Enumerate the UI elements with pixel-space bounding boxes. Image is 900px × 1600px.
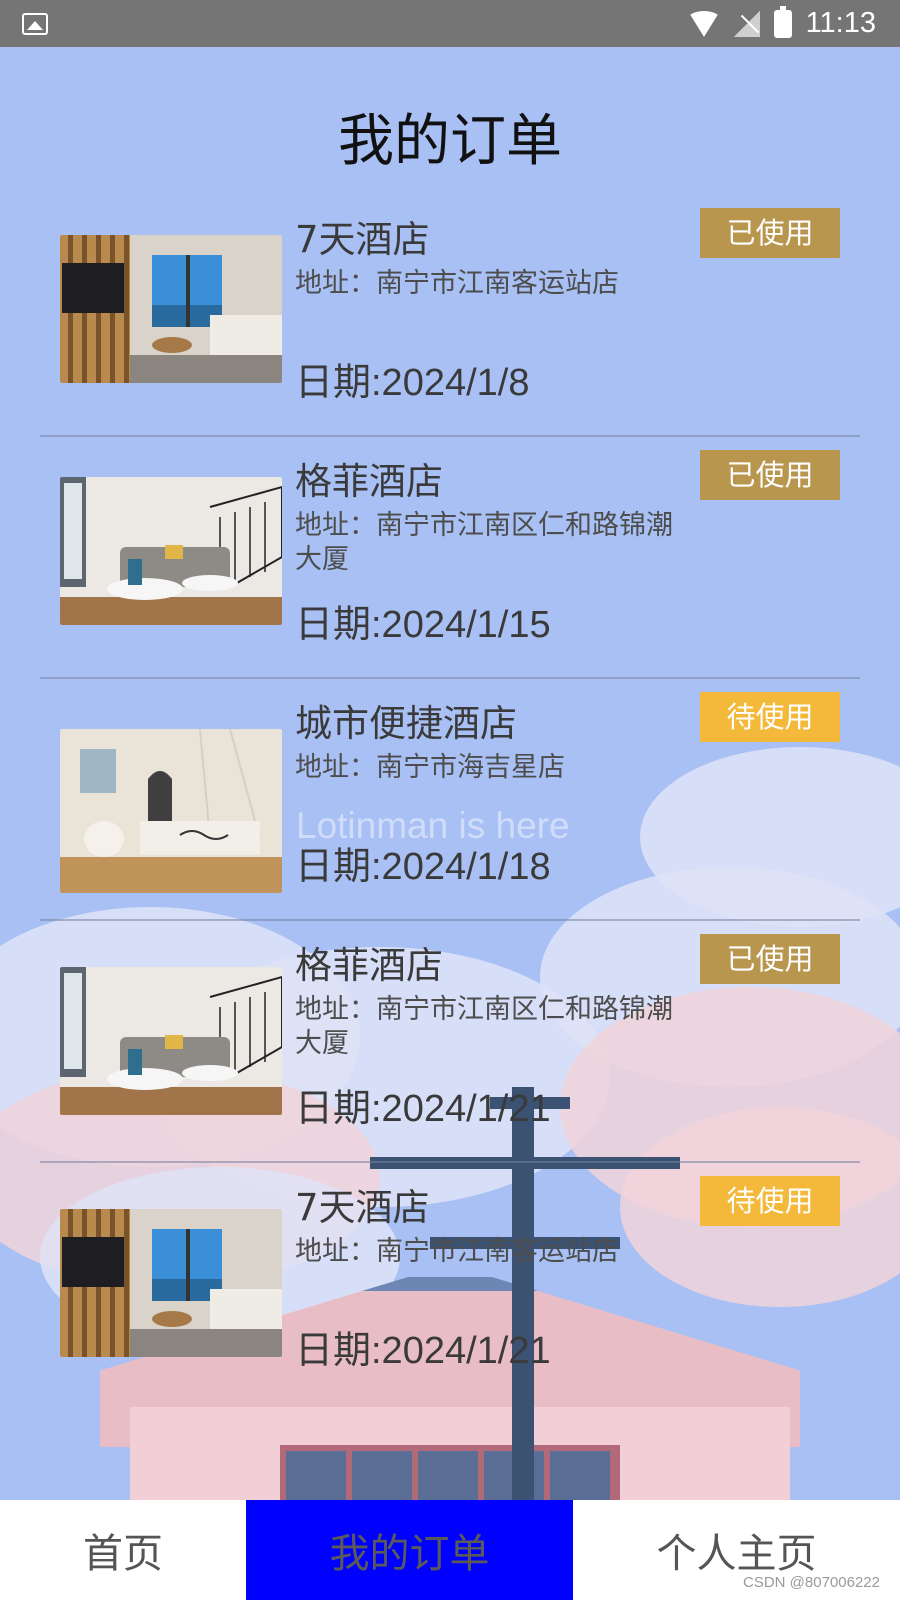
status-badge[interactable]: 待使用 — [700, 1176, 840, 1226]
wifi-icon — [687, 10, 720, 37]
hotel-photo — [60, 1209, 282, 1357]
hotel-name: 城市便捷酒店 — [295, 702, 517, 745]
order-item[interactable]: 7天酒店 地址：南宁市江南客运站店 日期:2024/1/8 已使用 — [40, 195, 860, 437]
order-item[interactable]: 格菲酒店 地址：南宁市江南区仁和路锦潮大厦 日期:2024/1/15 已使用 — [40, 437, 860, 679]
status-badge[interactable]: 已使用 — [700, 208, 840, 258]
order-date: 日期:2024/1/8 — [295, 362, 530, 404]
hotel-photo — [60, 477, 282, 625]
battery-charging-icon — [773, 5, 792, 38]
status-time: 11:13 — [805, 7, 876, 39]
hotel-address: 地址：南宁市江南区仁和路锦潮大厦 — [295, 994, 673, 1059]
page-title: 我的订单 — [338, 109, 562, 174]
nav-home[interactable]: 首页 — [0, 1500, 246, 1600]
overlay-text: Lotinman is here — [296, 805, 570, 846]
order-date: 日期:2024/1/21 — [295, 1330, 551, 1372]
order-item[interactable]: 7天酒店 地址：南宁市江南客运站店 日期:2024/1/21 待使用 — [40, 1163, 860, 1405]
hotel-name: 7天酒店 — [295, 218, 430, 261]
image-icon — [22, 12, 48, 35]
status-bar: 11:13 — [0, 0, 900, 47]
hotel-photo — [60, 729, 282, 893]
hotel-name: 格菲酒店 — [295, 460, 443, 503]
status-badge[interactable]: 已使用 — [700, 450, 840, 500]
status-badge[interactable]: 待使用 — [700, 692, 840, 742]
hotel-address: 地址：南宁市江南客运站店 — [295, 268, 619, 299]
signal-off-icon — [733, 10, 760, 37]
nav-my-orders[interactable]: 我的订单 — [246, 1500, 573, 1600]
status-badge[interactable]: 已使用 — [700, 934, 840, 984]
order-list: 7天酒店 地址：南宁市江南客运站店 日期:2024/1/8 已使用 格菲酒店 地… — [40, 195, 860, 1405]
order-date: 日期:2024/1/15 — [295, 604, 551, 646]
hotel-photo — [60, 235, 282, 383]
order-date: 日期:2024/1/21 — [295, 1088, 551, 1130]
order-item[interactable]: 格菲酒店 地址：南宁市江南区仁和路锦潮大厦 日期:2024/1/21 已使用 — [40, 921, 860, 1163]
source-watermark: CSDN @807006222 — [743, 1574, 880, 1591]
hotel-name: 格菲酒店 — [295, 944, 443, 987]
hotel-name: 7天酒店 — [295, 1186, 430, 1229]
hotel-address: 地址：南宁市海吉星店 — [295, 752, 565, 783]
hotel-address: 地址：南宁市江南客运站店 — [295, 1236, 619, 1267]
hotel-address: 地址：南宁市江南区仁和路锦潮大厦 — [295, 510, 673, 575]
order-item[interactable]: 城市便捷酒店 地址：南宁市海吉星店 日期:2024/1/18 待使用 — [40, 679, 860, 921]
hotel-photo — [60, 967, 282, 1115]
